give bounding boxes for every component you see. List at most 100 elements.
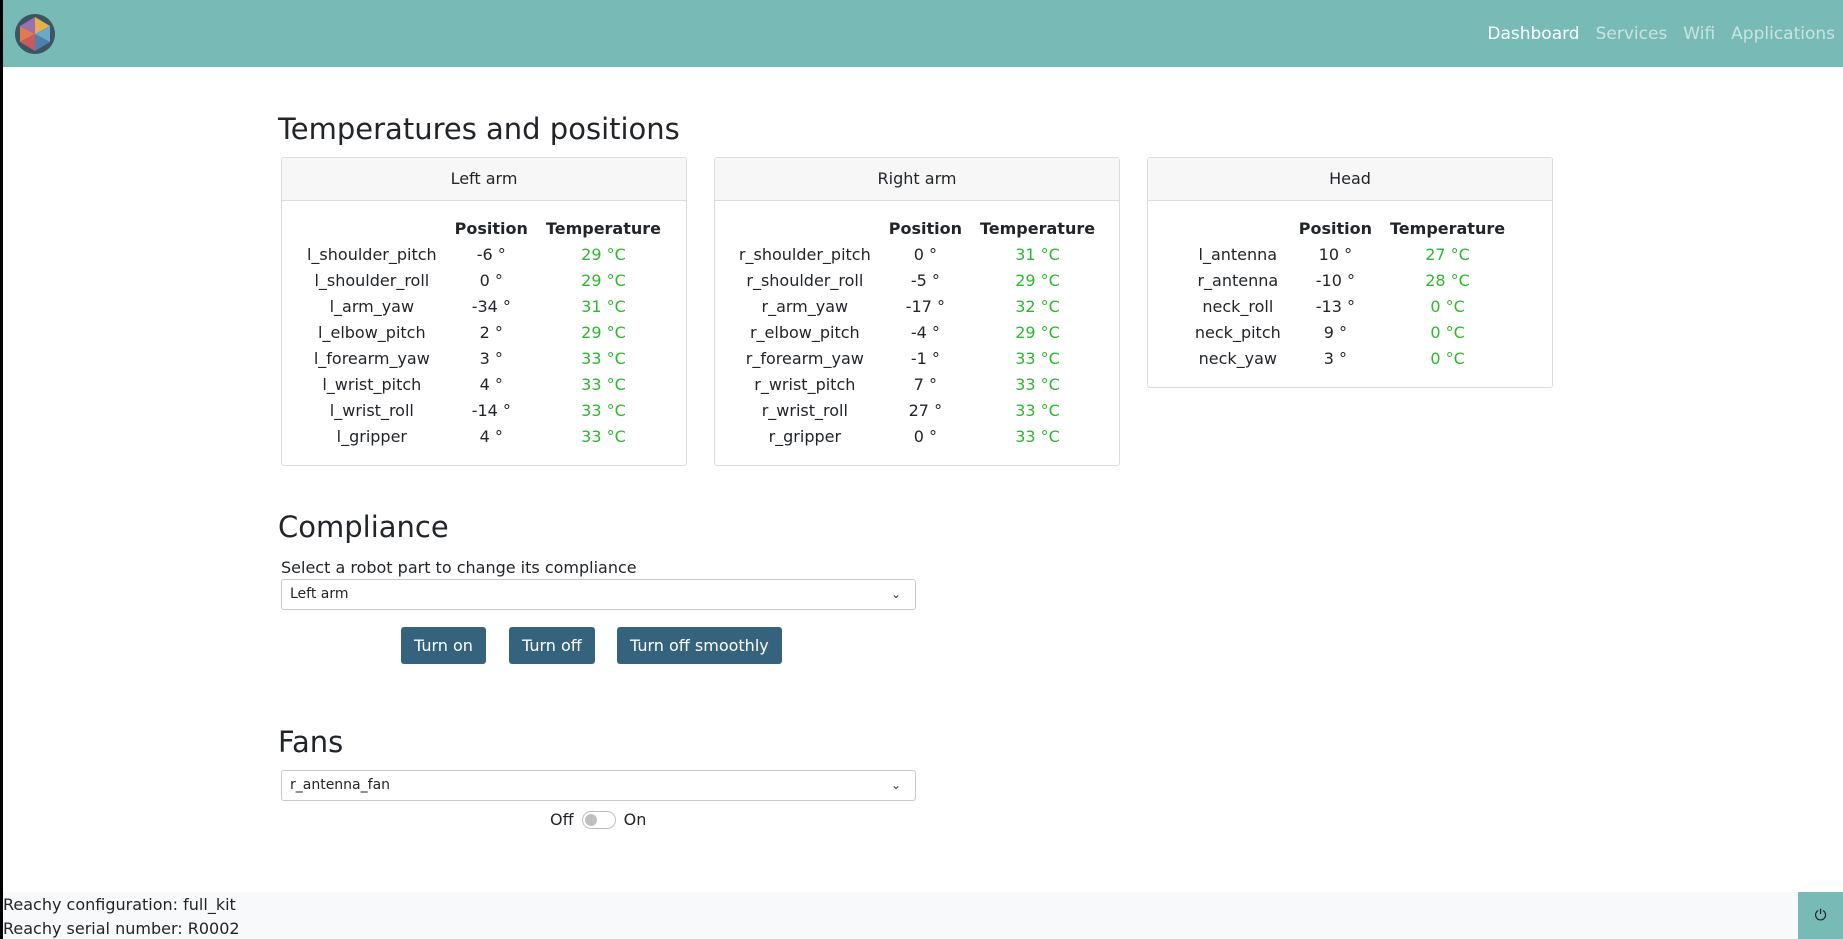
joint-temperature: 33 °C (581, 374, 626, 394)
joint-name: neck_yaw (1198, 348, 1278, 368)
compliance-selected-value: Left arm (290, 586, 349, 602)
compliance-part-select[interactable]: Left arm ⌄ (281, 579, 916, 610)
joint-table: Position Temperature r_shoulder_pitch 0 ° 31… (730, 215, 1104, 449)
joint-name: l_antenna (1198, 244, 1278, 264)
joint-name: r_antenna (1197, 270, 1279, 290)
joint-name: l_wrist_pitch (322, 374, 422, 394)
table-row: r_antenna -10 ° 28 °C (1186, 267, 1514, 293)
joint-position: 4 ° (479, 426, 503, 446)
table-row: r_elbow_pitch -4 ° 29 °C (730, 319, 1104, 345)
joint-temperature: 33 °C (1015, 400, 1060, 420)
joint-position: -14 ° (471, 400, 511, 420)
fan-on-label: On (623, 810, 647, 829)
joint-temperature: 33 °C (581, 400, 626, 420)
card-title: Right arm (715, 158, 1119, 201)
navbar: Dashboard Services Wifi Applications (3, 0, 1843, 67)
table-header-row: Position Temperature (298, 215, 670, 241)
turn-off-button[interactable]: Turn off (509, 627, 595, 664)
reachy-configuration: Reachy configuration: full_kit (3, 895, 236, 914)
chevron-down-icon: ⌄ (890, 587, 901, 601)
table-row: neck_roll -13 ° 0 °C (1186, 293, 1514, 319)
card-head: Head Position Temperature l_antenna 10 ° 27 °… (1147, 157, 1553, 388)
card-body: Position Temperature l_shoulder_pitch -6 ° 2… (282, 201, 686, 465)
joint-position: 3 ° (1323, 348, 1347, 368)
table-row: l_gripper 4 ° 33 °C (298, 423, 670, 449)
nav-dashboard[interactable]: Dashboard (1479, 24, 1587, 44)
joint-name: l_shoulder_roll (314, 270, 430, 290)
table-row: r_wrist_pitch 7 ° 33 °C (730, 371, 1104, 397)
joint-position: -4 ° (910, 322, 940, 342)
table-row: r_wrist_roll 27 ° 33 °C (730, 397, 1104, 423)
joint-name: neck_roll (1202, 296, 1274, 316)
joint-position: 0 ° (479, 270, 503, 290)
joint-temperature: 0 °C (1430, 296, 1465, 316)
position-header: Position (454, 218, 528, 238)
joint-temperature: 32 °C (1015, 296, 1060, 316)
power-icon[interactable]: ⏻ (1798, 892, 1843, 939)
joint-name: l_shoulder_pitch (306, 244, 437, 264)
nav-wifi[interactable]: Wifi (1675, 24, 1723, 44)
joint-name: neck_pitch (1194, 322, 1281, 342)
card-right-arm: Right arm Position Temperature r_shoulder_p… (714, 157, 1120, 466)
temperatures-title: Temperatures and positions (278, 112, 680, 146)
joint-name: r_wrist_roll (761, 400, 848, 420)
joint-name: r_forearm_yaw (745, 348, 864, 368)
compliance-label: Select a robot part to change its compli… (281, 558, 637, 577)
table-row: r_arm_yaw -17 ° 32 °C (730, 293, 1104, 319)
joint-name: l_gripper (336, 426, 407, 446)
joint-position: 9 ° (1323, 322, 1347, 342)
joint-temperature: 31 °C (581, 296, 626, 316)
joint-temperature: 29 °C (1015, 322, 1060, 342)
joint-header (298, 215, 446, 241)
joint-name: r_wrist_pitch (754, 374, 856, 394)
joint-name: l_elbow_pitch (318, 322, 426, 342)
table-header-row: Position Temperature (1186, 215, 1514, 241)
joint-header (730, 215, 880, 241)
joint-name: l_wrist_roll (329, 400, 414, 420)
joint-name: r_shoulder_pitch (738, 244, 871, 264)
temperature-header: Temperature (545, 218, 662, 238)
joint-temperature: 0 °C (1430, 348, 1465, 368)
table-row: r_shoulder_pitch 0 ° 31 °C (730, 241, 1104, 267)
joint-position: -17 ° (905, 296, 945, 316)
joint-position: 3 ° (479, 348, 503, 368)
table-row: l_wrist_pitch 4 ° 33 °C (298, 371, 670, 397)
fan-toggle: Off On (550, 810, 646, 829)
joint-name: r_arm_yaw (761, 296, 849, 316)
joint-table: Position Temperature l_antenna 10 ° 27 °C r_a… (1186, 215, 1514, 371)
joint-position: 7 ° (913, 374, 937, 394)
table-row: r_shoulder_roll -5 ° 29 °C (730, 267, 1104, 293)
card-left-arm: Left arm Position Temperature l_shoulder_pi… (281, 157, 687, 466)
joint-position: 4 ° (479, 374, 503, 394)
turn-on-button[interactable]: Turn on (401, 627, 486, 664)
joint-name: l_forearm_yaw (313, 348, 430, 368)
fan-selected-value: r_antenna_fan (290, 777, 391, 793)
joint-position: -1 ° (910, 348, 940, 368)
table-row: r_forearm_yaw -1 ° 33 °C (730, 345, 1104, 371)
joint-temperature: 29 °C (581, 244, 626, 264)
table-row: l_wrist_roll -14 ° 33 °C (298, 397, 670, 423)
joint-position: 10 ° (1318, 244, 1353, 264)
joint-temperature: 28 °C (1425, 270, 1470, 290)
joint-temperature: 33 °C (1015, 348, 1060, 368)
table-row: neck_pitch 9 ° 0 °C (1186, 319, 1514, 345)
turn-off-smoothly-button[interactable]: Turn off smoothly (617, 627, 782, 664)
reachy-logo-icon[interactable] (15, 13, 55, 54)
joint-name: r_shoulder_roll (746, 270, 864, 290)
card-title: Left arm (282, 158, 686, 201)
nav-services[interactable]: Services (1588, 24, 1676, 44)
table-row: l_shoulder_pitch -6 ° 29 °C (298, 241, 670, 267)
joint-temperature: 29 °C (581, 322, 626, 342)
joint-position: -34 ° (471, 296, 511, 316)
nav-applications[interactable]: Applications (1723, 24, 1843, 44)
joint-temperature: 0 °C (1430, 322, 1465, 342)
joint-position: 0 ° (913, 426, 937, 446)
table-row: l_elbow_pitch 2 ° 29 °C (298, 319, 670, 345)
fan-switch[interactable] (581, 810, 616, 829)
joint-temperature: 33 °C (581, 426, 626, 446)
fans-title: Fans (278, 725, 344, 759)
joint-position: -5 ° (910, 270, 940, 290)
fan-select[interactable]: r_antenna_fan ⌄ (281, 770, 916, 801)
joint-position: 0 ° (913, 244, 937, 264)
joint-temperature: 27 °C (1425, 244, 1470, 264)
